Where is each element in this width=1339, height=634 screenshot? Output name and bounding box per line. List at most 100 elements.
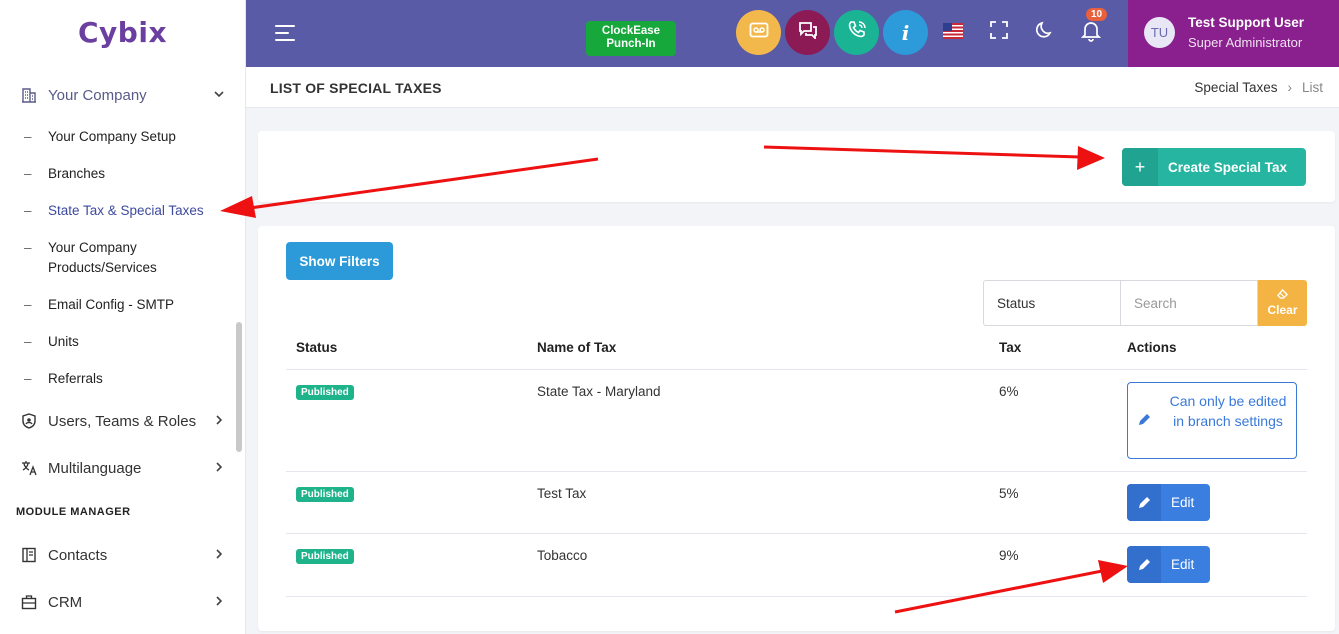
plus-icon: + xyxy=(1122,148,1158,186)
pencil-icon xyxy=(1138,413,1151,429)
action-card: + Create Special Tax xyxy=(258,131,1335,202)
briefcase-icon xyxy=(20,593,38,611)
chat-bubbles-icon xyxy=(798,21,818,44)
edit-in-branch-settings-button[interactable]: Can only be edited in branch settings xyxy=(1127,382,1297,459)
phone-button[interactable] xyxy=(834,10,879,55)
sidebar-item-contacts[interactable]: Contacts xyxy=(20,546,230,564)
sidebar-subitem-products-services[interactable]: – Your Company Products/Services xyxy=(24,238,224,278)
user-name: Test Support User xyxy=(1188,15,1305,30)
sidebar-item-label: Your Company xyxy=(48,86,147,104)
sidebar-item-multilanguage[interactable]: Multilanguage xyxy=(20,459,230,477)
pencil-icon xyxy=(1127,546,1161,583)
voicemail-button[interactable] xyxy=(736,10,781,55)
table-divider xyxy=(286,369,1307,370)
table-divider xyxy=(286,471,1307,472)
edit-note-label: Can only be edited in branch settings xyxy=(1169,393,1287,429)
column-header-actions: Actions xyxy=(1127,340,1177,355)
status-badge: Published xyxy=(296,487,354,502)
create-special-tax-button[interactable]: + Create Special Tax xyxy=(1122,148,1306,186)
chat-button[interactable] xyxy=(785,10,830,55)
sidebar-subitem-label: Referrals xyxy=(48,371,103,386)
tax-name-cell: Test Tax xyxy=(537,486,587,501)
topbar: ClockEase Punch-In i 10 xyxy=(246,0,1128,67)
sidebar-subitem-label: Units xyxy=(48,334,79,349)
table-divider xyxy=(286,533,1307,534)
status-filter-select[interactable]: Status xyxy=(983,280,1121,326)
sidebar-subitem-email-config[interactable]: – Email Config - SMTP xyxy=(24,295,224,315)
edit-label: Edit xyxy=(1171,557,1195,572)
sidebar-subitem-units[interactable]: – Units xyxy=(24,332,224,352)
eraser-icon xyxy=(1277,288,1288,303)
breadcrumb: Special Taxes › List xyxy=(1194,80,1323,95)
sidebar-section-title: MODULE MANAGER xyxy=(16,506,131,518)
tax-rate-cell: 5% xyxy=(999,486,1019,501)
breadcrumb-list: List xyxy=(1301,80,1323,95)
sidebar-subitem-special-taxes[interactable]: – State Tax & Special Taxes xyxy=(24,201,224,221)
sidebar-item-label: Multilanguage xyxy=(48,459,142,477)
column-header-tax[interactable]: Tax xyxy=(999,340,1021,355)
chevron-right-icon xyxy=(214,461,224,475)
chevron-right-icon xyxy=(214,414,224,428)
chevron-down-icon xyxy=(214,88,224,102)
sidebar-subitem-company-setup[interactable]: – Your Company Setup xyxy=(24,127,224,147)
translate-icon xyxy=(20,459,38,477)
building-icon xyxy=(20,86,38,104)
avatar: TU xyxy=(1144,17,1175,48)
clear-label: Clear xyxy=(1267,303,1298,317)
notification-count-badge: 10 xyxy=(1086,8,1108,21)
sidebar-item-label: CRM xyxy=(48,593,83,611)
search-input[interactable]: Search xyxy=(1121,280,1258,326)
dark-mode-moon-icon[interactable] xyxy=(1035,20,1055,40)
tax-rate-cell: 6% xyxy=(999,384,1019,399)
phone-call-icon xyxy=(847,20,867,45)
column-header-name[interactable]: Name of Tax xyxy=(537,340,616,355)
sidebar-item-label: Contacts xyxy=(48,546,108,564)
sidebar-subitem-label: Branches xyxy=(48,166,106,181)
sidebar-scrollbar[interactable] xyxy=(236,322,242,452)
breadcrumb-special-taxes[interactable]: Special Taxes xyxy=(1194,80,1277,95)
edit-label: Edit xyxy=(1171,495,1195,510)
sidebar-item-users-teams-roles[interactable]: Users, Teams & Roles xyxy=(20,412,230,430)
menu-toggle-icon[interactable] xyxy=(275,25,295,46)
page-title: LIST OF SPECIAL TAXES xyxy=(270,80,442,96)
sidebar-subitem-label: Your Company Setup xyxy=(48,129,176,144)
chevron-right-icon xyxy=(214,548,224,562)
tax-rate-cell: 9% xyxy=(999,548,1019,563)
sidebar-subitem-branches[interactable]: – Branches xyxy=(24,164,224,184)
sidebar-item-crm[interactable]: CRM xyxy=(20,593,230,611)
fullscreen-icon[interactable] xyxy=(989,20,1009,40)
status-badge: Published xyxy=(296,385,354,400)
breadcrumb-separator-icon: › xyxy=(1287,80,1292,95)
sidebar-subitem-label: Email Config - SMTP xyxy=(48,297,175,312)
notification-bell-icon[interactable] xyxy=(1081,20,1101,42)
page-header: LIST OF SPECIAL TAXES Special Taxes › Li… xyxy=(246,67,1339,108)
edit-button[interactable]: Edit xyxy=(1127,484,1210,521)
contacts-book-icon xyxy=(20,546,38,564)
table-divider xyxy=(286,596,1307,597)
tax-name-cell: Tobacco xyxy=(537,548,588,563)
user-menu[interactable]: TU Test Support User Super Administrator xyxy=(1128,0,1339,67)
column-header-status[interactable]: Status xyxy=(296,340,337,355)
info-button[interactable]: i xyxy=(883,10,928,55)
sidebar-subitem-label: Your Company Products/Services xyxy=(48,240,157,275)
clockease-punch-in-button[interactable]: ClockEase Punch-In xyxy=(586,21,676,56)
show-filters-button[interactable]: Show Filters xyxy=(286,242,393,280)
tax-name-cell: State Tax - Maryland xyxy=(537,384,661,399)
sidebar-item-your-company[interactable]: Your Company xyxy=(20,86,230,104)
edit-button[interactable]: Edit xyxy=(1127,546,1210,583)
status-badge: Published xyxy=(296,549,354,564)
sidebar-subitem-referrals[interactable]: – Referrals xyxy=(24,369,224,389)
chevron-right-icon xyxy=(214,595,224,609)
user-shield-icon xyxy=(20,412,38,430)
sidebar-item-label: Users, Teams & Roles xyxy=(48,412,197,430)
sidebar-subitem-label: State Tax & Special Taxes xyxy=(48,203,204,218)
create-special-tax-label: Create Special Tax xyxy=(1168,159,1288,175)
pencil-icon xyxy=(1127,484,1161,521)
user-role: Super Administrator xyxy=(1188,35,1303,50)
taxes-table-card: Show Filters Status Search Clear Status … xyxy=(258,226,1335,631)
info-icon: i xyxy=(901,20,910,45)
app-logo[interactable]: Cybix xyxy=(78,16,167,49)
us-flag-icon[interactable] xyxy=(943,23,963,39)
sidebar: Cybix Your Company – Your Company Setup –… xyxy=(0,0,246,634)
clear-filters-button[interactable]: Clear xyxy=(1258,280,1307,326)
